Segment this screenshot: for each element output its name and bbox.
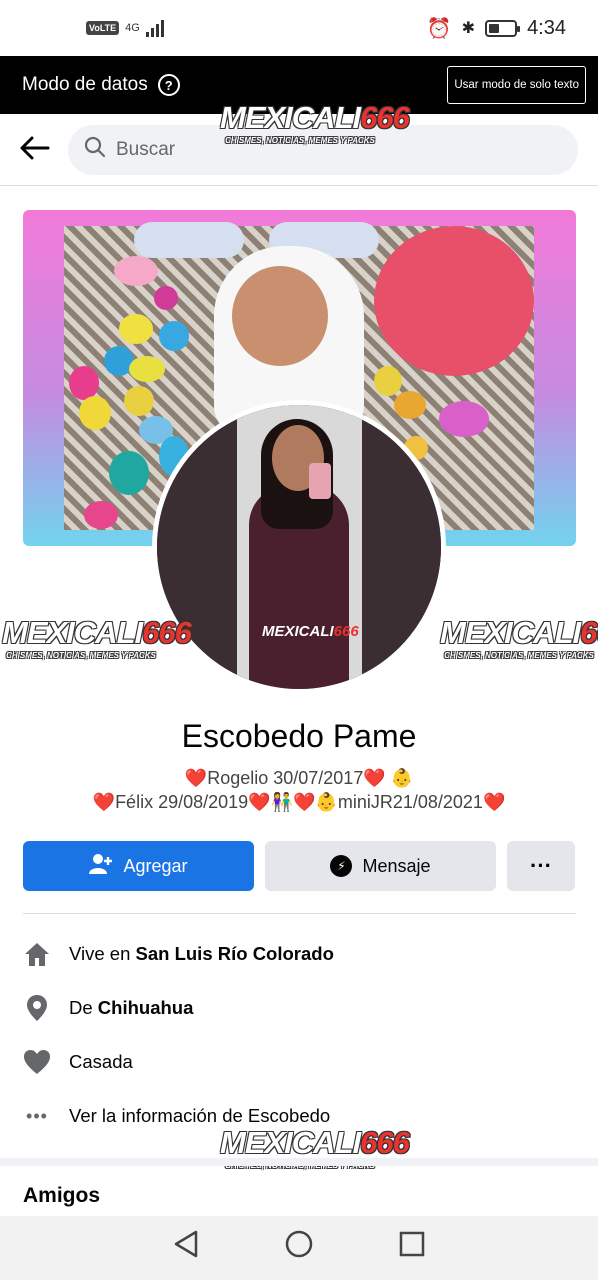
nav-recents-icon[interactable]: [398, 1230, 426, 1266]
big-egg: [374, 226, 534, 376]
watermark-left: MEXICALI666 CHISMES, NOTICIAS, MEMES Y P…: [2, 615, 192, 660]
clock: 4:34: [527, 16, 566, 39]
heart-icon: [23, 1048, 51, 1076]
baby-face: [232, 266, 328, 366]
heart-emoji: ❤️: [363, 768, 386, 788]
network-type: 4G: [125, 22, 140, 34]
signal-icon: [145, 19, 164, 37]
nav-back-icon[interactable]: [172, 1229, 200, 1267]
heart-emoji: ❤️: [92, 792, 116, 812]
back-arrow-icon[interactable]: [20, 131, 50, 168]
alarm-icon: ⏰: [426, 17, 452, 40]
search-placeholder: Buscar: [116, 138, 176, 160]
divider: [23, 913, 576, 914]
profile-bio: ❤️Rogelio 30/07/2017❤️ 👶 ❤️Félix 29/08/2…: [92, 768, 506, 812]
location-pin-icon: [23, 994, 51, 1022]
add-friend-icon: [89, 853, 113, 880]
profile-name: Escobedo Pame: [181, 718, 417, 754]
add-friend-button[interactable]: Agregar: [23, 841, 254, 891]
more-dots-icon: •••: [26, 1105, 48, 1126]
watermark-avatar: MEXICALI666: [262, 623, 359, 640]
messenger-icon: ⚡: [330, 855, 353, 877]
home-icon: [23, 940, 51, 968]
more-options-button[interactable]: ···: [507, 841, 575, 891]
bunny-ear: [134, 222, 244, 258]
system-nav-bar: [0, 1216, 598, 1280]
phone-in-hand: [309, 463, 331, 499]
status-bar: VoLTE 4G ⏰ ✱ 4:34: [0, 0, 598, 56]
volte-badge: VoLTE: [86, 21, 120, 35]
text-only-mode-button[interactable]: Usar modo de solo texto: [447, 66, 586, 104]
nav-home-icon[interactable]: [284, 1229, 314, 1267]
info-lives-in[interactable]: Vive en San Luis Río Colorado: [23, 940, 576, 968]
section-separator: [0, 1158, 598, 1166]
search-icon: [84, 136, 106, 164]
help-icon[interactable]: ?: [157, 74, 180, 96]
info-from[interactable]: De Chihuahua: [23, 994, 576, 1022]
heart-emoji: ❤️: [184, 768, 208, 788]
profile-actions: Agregar ⚡ Mensaje ···: [23, 841, 576, 891]
watermark-right: MEXICALI666 CHISMES, NOTICIAS, MEMES Y P…: [440, 615, 598, 660]
battery-icon: [485, 19, 521, 37]
data-mode-title: Modo de datos: [22, 74, 148, 95]
watermark-top: MEXICALI666 CHISMES, NOTICIAS, MEMES Y P…: [220, 100, 410, 145]
info-relationship[interactable]: Casada: [23, 1048, 576, 1076]
friends-heading: Amigos: [23, 1184, 101, 1207]
bluetooth-icon: ✱: [461, 20, 476, 37]
profile-avatar[interactable]: MEXICALI666: [152, 400, 446, 694]
message-button[interactable]: ⚡ Mensaje: [265, 841, 496, 891]
